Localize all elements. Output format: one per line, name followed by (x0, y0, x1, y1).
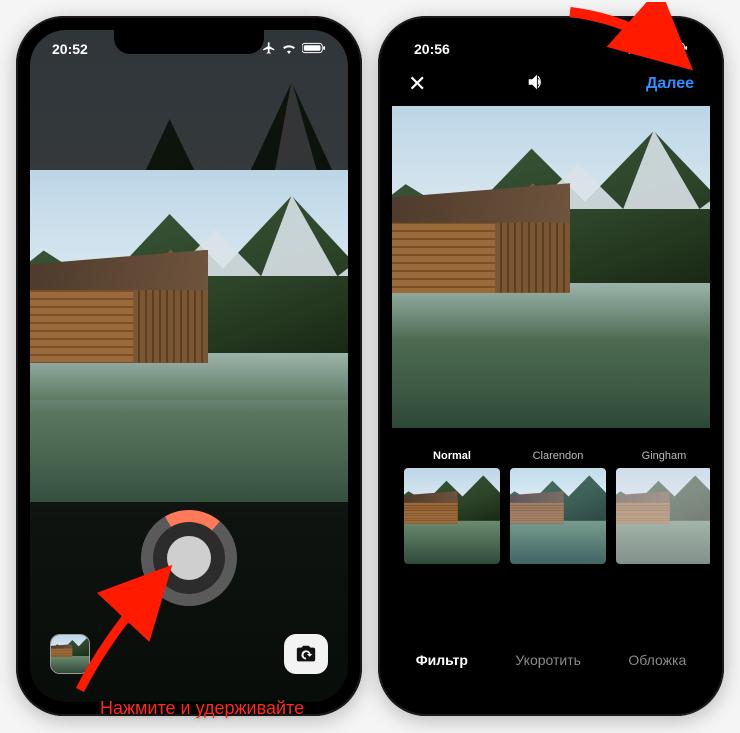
filter-label: Normal (404, 450, 500, 462)
status-bar: 20:52 (30, 36, 348, 62)
tab-trim[interactable]: Укоротить (515, 652, 581, 668)
status-icons (624, 41, 688, 58)
battery-icon (302, 41, 326, 57)
edit-tab-bar: Фильтр Укоротить Обложка (392, 636, 710, 684)
filter-normal[interactable]: Normal (404, 450, 500, 590)
speaker-icon (525, 71, 547, 93)
filter-gingham[interactable]: Gingham (616, 450, 710, 590)
screen-edit: 20:56 ✕ Далее (392, 30, 710, 702)
wifi-icon (643, 41, 659, 57)
status-icons (262, 41, 326, 58)
sound-toggle[interactable] (525, 71, 547, 98)
switch-camera-icon (295, 643, 317, 665)
status-bar: 20:56 (392, 36, 710, 62)
edit-header: ✕ Далее (392, 64, 710, 104)
next-button[interactable]: Далее (646, 75, 694, 93)
record-button-inner (167, 536, 211, 580)
wifi-icon (281, 41, 297, 57)
phone-mock-left: 20:52 (16, 16, 362, 716)
battery-icon (664, 41, 688, 57)
airplane-icon (262, 41, 276, 58)
gallery-thumbnail[interactable] (50, 634, 90, 674)
airplane-icon (624, 41, 638, 58)
annotation-caption: Нажмите и удерживайте (100, 698, 304, 719)
filter-label: Gingham (616, 450, 710, 462)
tab-cover[interactable]: Обложка (628, 652, 686, 668)
close-button[interactable]: ✕ (408, 71, 426, 97)
status-time: 20:52 (52, 41, 88, 57)
edit-preview[interactable] (392, 106, 710, 428)
phone-mock-right: 20:56 ✕ Далее (378, 16, 724, 716)
status-time: 20:56 (414, 41, 450, 57)
switch-camera-button[interactable] (284, 634, 328, 674)
filter-clarendon[interactable]: Clarendon (510, 450, 606, 590)
camera-viewport (30, 30, 348, 702)
tab-filter[interactable]: Фильтр (416, 652, 468, 668)
filter-label: Clarendon (510, 450, 606, 462)
record-button[interactable] (141, 510, 237, 606)
screen-camera: 20:52 (30, 30, 348, 702)
filter-strip[interactable]: Normal Clarendon Gingham M (392, 450, 710, 590)
